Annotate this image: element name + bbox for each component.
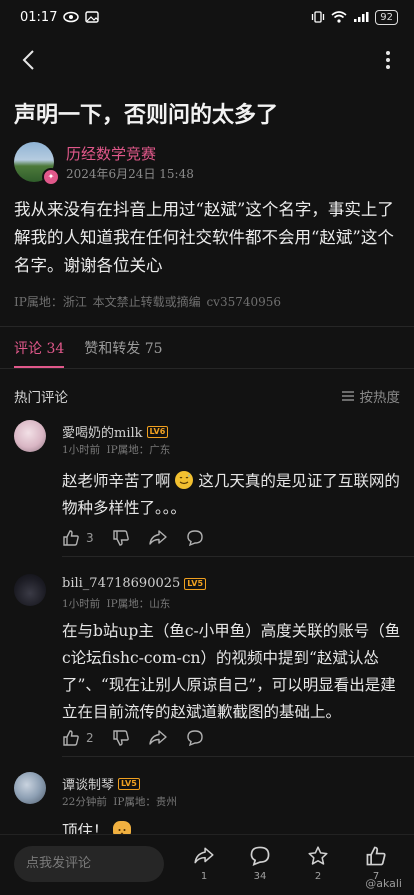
vibrate-icon <box>312 11 325 23</box>
status-bar: 01:17 92 <box>0 0 414 34</box>
share-icon <box>194 847 214 864</box>
more-vertical-icon <box>386 51 390 69</box>
post-meta: IP属地：浙江 本文禁止转载或摘编 cv35740956 <box>14 295 282 309</box>
like-count: 2 <box>86 731 94 745</box>
comment-actions: 2 <box>62 728 204 748</box>
comment-text-part: 赵老师辛苦了啊 <box>62 472 171 490</box>
star-icon <box>308 846 328 865</box>
top-bar <box>0 38 414 82</box>
tab-likes-reposts[interactable]: 赞和转发 75 <box>84 338 162 368</box>
watermark: @akali <box>365 877 402 890</box>
comment-count: 34 <box>253 871 267 882</box>
comment-actions: 3 <box>62 528 204 548</box>
image-icon <box>85 11 100 23</box>
thumbs-down-icon <box>112 530 129 546</box>
speech-bubble-icon <box>250 846 270 866</box>
share-button[interactable] <box>148 729 168 747</box>
verified-badge-icon: ✦ <box>42 168 60 186</box>
signal-icon <box>354 12 369 22</box>
level-badge: LV5 <box>118 777 140 790</box>
dislike-button[interactable] <box>112 529 130 547</box>
tab-comments[interactable]: 评论 34 <box>14 338 64 368</box>
avatar[interactable] <box>14 574 46 606</box>
speech-bubble-icon <box>186 730 203 747</box>
post-timestamp: 2024年6月24日 15:48 <box>66 167 194 181</box>
comment-meta: 22分钟前 IP属地：贵州 <box>62 796 177 808</box>
more-options-button[interactable] <box>376 42 400 78</box>
avatar[interactable] <box>14 420 46 452</box>
reply-button[interactable] <box>186 529 204 547</box>
thumbs-up-icon <box>366 846 386 866</box>
reply-button[interactable] <box>186 729 204 747</box>
comment-meta: 1小时前 IP属地：山东 <box>62 598 171 610</box>
dislike-button[interactable] <box>112 729 130 747</box>
thumbs-up-icon <box>63 730 79 746</box>
comment-username[interactable]: 愛喝奶的milk LV6 <box>62 422 169 441</box>
comment-input[interactable]: 点我发评论 <box>14 846 164 882</box>
thumbs-up-icon <box>63 530 79 546</box>
eye-icon <box>63 11 80 23</box>
clock: 01:17 <box>20 9 58 25</box>
divider <box>62 556 414 557</box>
chevron-left-icon <box>22 50 34 70</box>
like-button[interactable]: 3 <box>62 529 94 547</box>
comment-meta: 1小时前 IP属地：广东 <box>62 444 171 456</box>
post-body: 我从来没有在抖音上用过“赵斌”这个名字，事实上了解我的人知道我在任何社交软件都不… <box>14 200 394 275</box>
like-button[interactable]: 2 <box>62 729 94 747</box>
share-count: 1 <box>200 871 208 882</box>
username-text: 谭谈制琴 <box>62 778 115 793</box>
share-button[interactable]: 1 <box>184 845 224 889</box>
favorite-button[interactable]: 2 <box>298 845 338 889</box>
comment-text: 在与b站up主（鱼c-小甲鱼）高度关联的账号（鱼c论坛fishc-com-cn）… <box>62 622 401 721</box>
tab-bar: 评论 34 赞和转发 75 <box>14 338 163 368</box>
level-badge: LV5 <box>184 577 207 590</box>
sort-label: 按热度 <box>359 390 401 406</box>
sort-lines-icon <box>341 391 354 401</box>
thumbs-down-icon <box>112 730 129 746</box>
bottom-bar: 点我发评论 1 34 2 7 @akali <box>0 834 414 895</box>
share-button[interactable] <box>148 529 168 547</box>
divider <box>0 368 414 369</box>
back-button[interactable] <box>10 42 46 78</box>
author-info[interactable]: ✦ 历经数学竞赛 2024年6月24日 15:48 <box>14 142 404 186</box>
sort-row: 热门评论 按热度 <box>14 386 400 406</box>
username-text: 愛喝奶的milk <box>62 426 143 441</box>
speech-bubble-icon <box>186 530 203 547</box>
favorite-count: 2 <box>314 871 322 882</box>
battery-indicator: 92 <box>375 9 398 25</box>
post-title: 声明一下，否则问的太多了 <box>14 102 279 128</box>
like-count: 3 <box>86 531 94 545</box>
comment-username[interactable]: bili_74718690025 LV5 <box>62 576 207 591</box>
divider <box>0 326 414 327</box>
author-name[interactable]: 历经数学竞赛 <box>66 143 156 164</box>
hot-comments-heading: 热门评论 <box>14 390 68 406</box>
comments-button[interactable]: 34 <box>240 845 280 889</box>
sweat-smile-emoji-icon <box>175 471 194 489</box>
sort-button[interactable]: 按热度 <box>341 386 401 406</box>
share-icon <box>148 530 167 545</box>
share-icon <box>148 730 167 745</box>
avatar[interactable] <box>14 772 46 804</box>
divider <box>62 756 414 757</box>
comment-username[interactable]: 谭谈制琴 LV5 <box>62 774 140 793</box>
username-text: bili_74718690025 <box>62 576 181 591</box>
level-badge: LV6 <box>146 425 169 438</box>
wifi-icon <box>331 11 347 23</box>
comment-text: 赵老师辛苦了啊 这几天真的是见证了互联网的物种多样性了。。。 <box>62 468 402 522</box>
